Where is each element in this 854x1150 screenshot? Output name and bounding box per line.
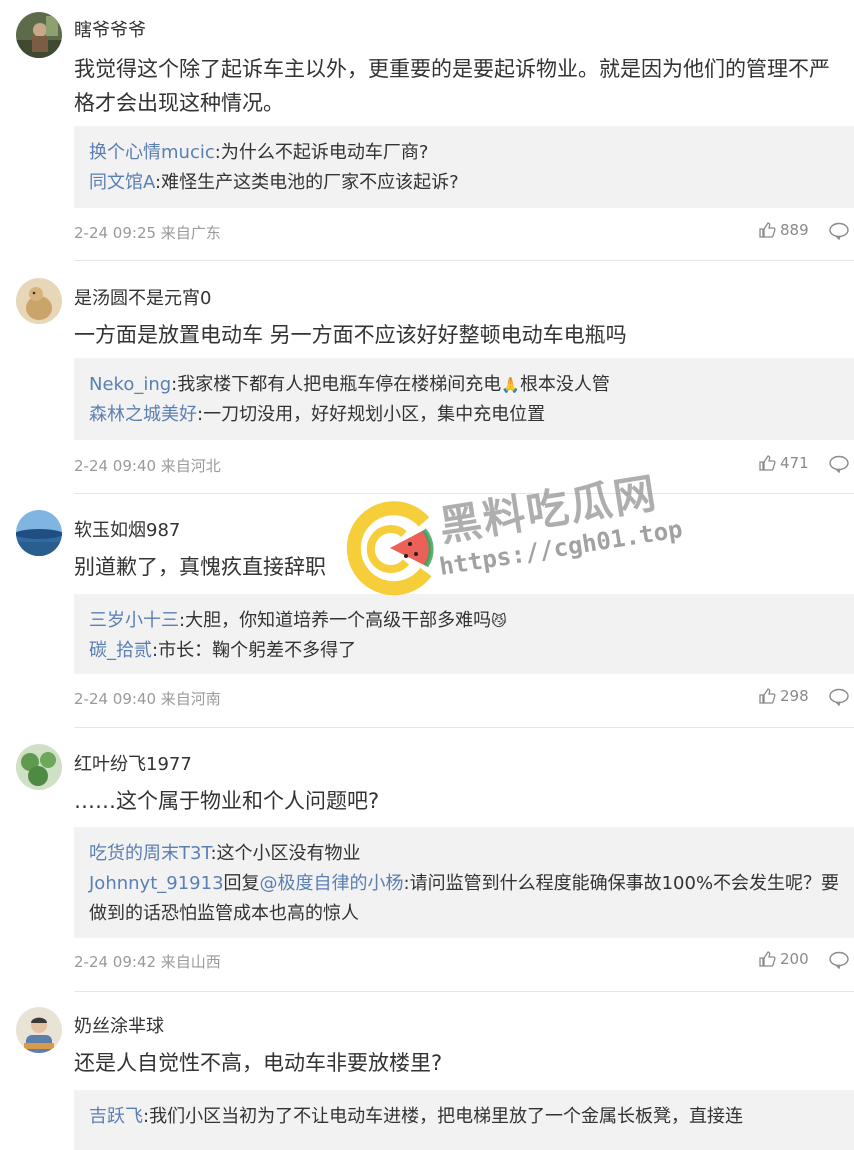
comment-meta: 2-24 09:40 来自河南 bbox=[74, 690, 221, 708]
avatar[interactable] bbox=[16, 510, 62, 556]
reply-line: 碳_拾贰:市长：鞠个躬差不多得了 bbox=[89, 636, 854, 666]
emoji: 😼 bbox=[491, 612, 507, 630]
reply-username[interactable]: 吉跃飞 bbox=[89, 1106, 143, 1127]
like-count: 200 bbox=[780, 950, 809, 968]
thumbs-up-icon bbox=[759, 688, 776, 704]
comment-bubble-icon[interactable] bbox=[828, 951, 850, 969]
comment-meta: 2-24 09:42 来自山西 bbox=[74, 953, 221, 971]
avatar[interactable] bbox=[16, 744, 62, 790]
reply-box[interactable]: 三岁小十三:大胆，你知道培养一个高级干部多难吗😼 碳_拾贰:市长：鞠个躬差不多得… bbox=[74, 594, 854, 674]
comment-bubble-icon[interactable] bbox=[828, 455, 850, 473]
emoji: 🙏 bbox=[501, 376, 520, 394]
reply-line: 森林之城美好:一刀切没用，好好规划小区，集中充电位置 bbox=[89, 400, 854, 430]
avatar[interactable] bbox=[16, 12, 62, 58]
username[interactable]: 软玉如烟987 bbox=[74, 516, 180, 542]
divider bbox=[74, 991, 854, 992]
reply-text: :一刀切没用，好好规划小区，集中充电位置 bbox=[197, 404, 546, 425]
reply-box[interactable]: 吉跃飞:我们小区当初为了不让电动车进楼，把电梯里放了一个金属长板凳，直接连 bbox=[74, 1090, 854, 1150]
reply-text: :市长：鞠个躬差不多得了 bbox=[152, 640, 357, 661]
reply-box[interactable]: 吃货的周末T3T:这个小区没有物业 Johnnyt_91913回复@极度自律的小… bbox=[74, 827, 854, 938]
username[interactable]: 奶丝涂芈球 bbox=[74, 1012, 164, 1038]
reply-username[interactable]: 同文馆A bbox=[89, 172, 155, 193]
watermark-title: 黑料吃瓜网 bbox=[435, 468, 661, 551]
thumbs-up-icon bbox=[759, 222, 776, 238]
like-button[interactable]: 298 bbox=[758, 687, 809, 705]
comment-meta: 2-24 09:40 来自河北 bbox=[74, 457, 221, 475]
like-count: 889 bbox=[780, 221, 809, 239]
avatar[interactable] bbox=[16, 278, 62, 324]
thumbs-up-icon bbox=[759, 455, 776, 471]
reply-text: :我家楼下都有人把电瓶车停在楼梯间充电 bbox=[171, 374, 502, 395]
like-button[interactable]: 889 bbox=[758, 221, 809, 239]
comment-text: 一方面是放置电动车 另一方面不应该好好整顿电动车电瓶吗 bbox=[74, 323, 627, 347]
reply-username[interactable]: 吃货的周末T3T bbox=[89, 843, 210, 864]
reply-username[interactable]: 碳_拾贰 bbox=[89, 640, 152, 661]
comment-bubble-icon[interactable] bbox=[828, 688, 850, 706]
like-count: 471 bbox=[780, 454, 809, 472]
thumbs-up-icon bbox=[759, 951, 776, 967]
reply-box[interactable]: 换个心情mucic:为什么不起诉电动车厂商? 同文馆A:难怪生产这类电池的厂家不… bbox=[74, 126, 854, 208]
reply-username[interactable]: Johnnyt_91913 bbox=[89, 873, 224, 894]
reply-username[interactable]: Neko_ing bbox=[89, 374, 171, 395]
reply-line: 吉跃飞:我们小区当初为了不让电动车进楼，把电梯里放了一个金属长板凳，直接连 bbox=[89, 1102, 854, 1132]
divider bbox=[74, 493, 854, 494]
mention-link[interactable]: @极度自律的小杨 bbox=[260, 873, 404, 894]
like-count: 298 bbox=[780, 687, 809, 705]
reply-text: :大胆，你知道培养一个高级干部多难吗 bbox=[179, 610, 492, 631]
reply-line: 换个心情mucic:为什么不起诉电动车厂商? bbox=[89, 138, 854, 168]
username[interactable]: 红叶纷飞1977 bbox=[74, 750, 192, 776]
reply-username[interactable]: 换个心情mucic bbox=[89, 142, 215, 163]
comment-bubble-icon[interactable] bbox=[828, 222, 850, 240]
comment-text: 别道歉了，真愧疚直接辞职 bbox=[74, 555, 326, 579]
reply-line: Neko_ing:我家楼下都有人把电瓶车停在楼梯间充电🙏根本没人管 bbox=[89, 370, 854, 400]
comment-text: ……这个属于物业和个人问题吧? bbox=[74, 789, 380, 813]
reply-line: 同文馆A:难怪生产这类电池的厂家不应该起诉? bbox=[89, 168, 854, 198]
reply-line: Johnnyt_91913回复@极度自律的小杨:请问监管到什么程度能确保事故10… bbox=[89, 869, 854, 929]
avatar[interactable] bbox=[16, 1007, 62, 1053]
reply-text: 根本没人管 bbox=[519, 374, 610, 395]
reply-text: :这个小区没有物业 bbox=[210, 843, 361, 864]
reply-text: :我们小区当初为了不让电动车进楼，把电梯里放了一个金属长板凳，直接连 bbox=[143, 1106, 744, 1127]
username[interactable]: 瞎爷爷爷 bbox=[74, 16, 146, 42]
comment-meta: 2-24 09:25 来自广东 bbox=[74, 224, 221, 242]
like-button[interactable]: 471 bbox=[758, 454, 809, 472]
reply-box[interactable]: Neko_ing:我家楼下都有人把电瓶车停在楼梯间充电🙏根本没人管 森林之城美好… bbox=[74, 358, 854, 440]
reply-line: 三岁小十三:大胆，你知道培养一个高级干部多难吗😼 bbox=[89, 606, 854, 636]
reply-text: :为什么不起诉电动车厂商? bbox=[214, 142, 429, 163]
divider bbox=[74, 727, 854, 728]
username[interactable]: 是汤圆不是元宵0 bbox=[74, 284, 211, 310]
reply-line: 吃货的周末T3T:这个小区没有物业 bbox=[89, 839, 854, 869]
comment-text: 我觉得这个除了起诉车主以外，更重要的是要起诉物业。就是因为他们的管理不严格才会出… bbox=[74, 57, 830, 115]
reply-username[interactable]: 三岁小十三 bbox=[89, 610, 179, 631]
like-button[interactable]: 200 bbox=[758, 950, 809, 968]
reply-username[interactable]: 森林之城美好 bbox=[89, 404, 197, 425]
reply-word: 回复 bbox=[223, 873, 260, 894]
reply-text: :难怪生产这类电池的厂家不应该起诉? bbox=[155, 172, 459, 193]
comment-text: 还是人自觉性不高，电动车非要放楼里? bbox=[74, 1051, 443, 1075]
divider bbox=[74, 260, 854, 261]
